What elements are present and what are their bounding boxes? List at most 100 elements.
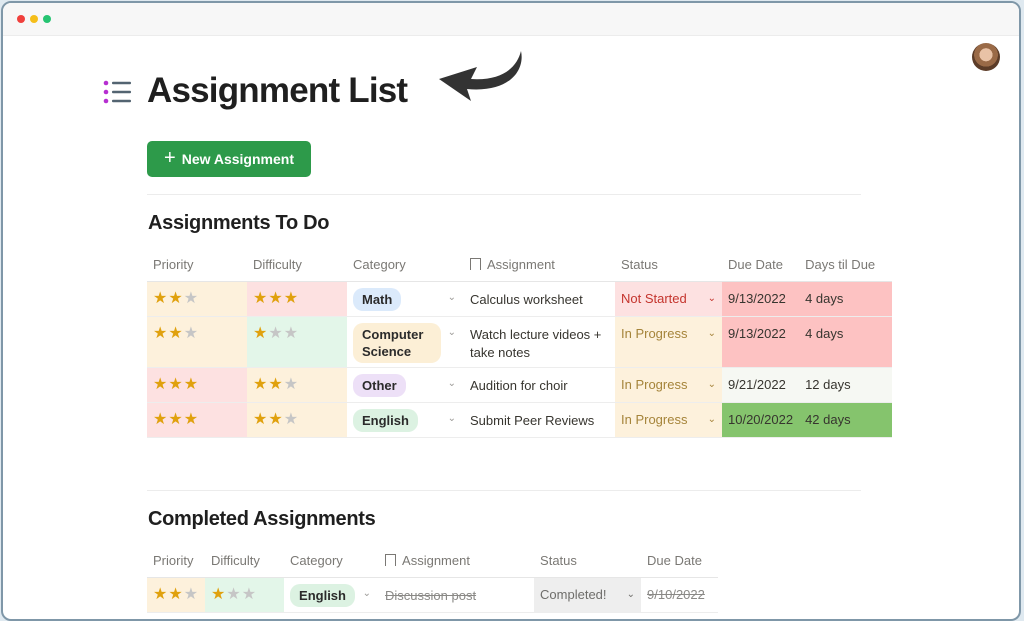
column-header-due-date[interactable]: Due Date	[722, 247, 800, 282]
star-icon: ★	[268, 325, 284, 342]
due-date-cell[interactable]: 9/21/2022	[722, 367, 800, 403]
divider	[147, 490, 861, 491]
status-select[interactable]: In Progress ⌄	[621, 368, 716, 392]
star-icon: ★	[268, 376, 284, 393]
difficulty-cell[interactable]: ★★★	[247, 402, 347, 438]
category-cell[interactable]: English ⌄	[347, 402, 464, 438]
chevron-down-icon[interactable]: ⌄	[357, 584, 373, 599]
close-window-button[interactable]	[17, 15, 25, 23]
category-wrap: English ⌄	[290, 578, 373, 607]
star-icon: ★	[168, 290, 184, 307]
category-cell[interactable]: Computer Science ⌄	[347, 316, 464, 368]
assignment-name[interactable]: Submit Peer Reviews	[470, 403, 609, 430]
status-cell[interactable]: In Progress ⌄	[615, 316, 722, 368]
priority-cell[interactable]: ★★★	[147, 281, 247, 317]
priority-cell[interactable]: ★★★	[147, 402, 247, 438]
completed-section-title: Completed Assignments	[148, 508, 376, 530]
column-header-difficulty[interactable]: Difficulty	[205, 543, 285, 578]
status-select[interactable]: Not Started ⌄	[621, 282, 716, 306]
status-cell[interactable]: In Progress ⌄	[615, 402, 722, 438]
difficulty-cell[interactable]: ★★★	[247, 367, 347, 403]
category-cell[interactable]: English ⌄	[284, 577, 380, 613]
category-wrap: Math ⌄	[353, 282, 458, 311]
table-row[interactable]: ★★★ ★★★ English ⌄ Submit Peer Reviews In Prog…	[147, 402, 893, 438]
assignment-cell[interactable]: Discussion post	[379, 577, 535, 613]
star-icon: ★	[153, 290, 169, 307]
category-tag[interactable]: Computer Science	[353, 323, 441, 363]
column-header-status[interactable]: Status	[534, 543, 642, 578]
minimize-window-button[interactable]	[30, 15, 38, 23]
days-til-due-cell: 42 days	[799, 402, 893, 438]
status-select[interactable]: In Progress ⌄	[621, 403, 716, 427]
due-date-cell[interactable]: 9/10/2022	[641, 577, 719, 613]
status-cell[interactable]: Not Started ⌄	[615, 281, 722, 317]
star-icon: ★	[253, 411, 269, 428]
assignment-name[interactable]: Audition for choir	[470, 368, 609, 395]
star-icon: ★	[183, 325, 200, 342]
column-header-priority[interactable]: Priority	[147, 247, 247, 282]
assignment-cell[interactable]: Audition for choir	[464, 367, 615, 403]
priority-cell[interactable]: ★★★	[147, 577, 206, 613]
assignment-name[interactable]: Calculus worksheet	[470, 282, 609, 309]
table-row[interactable]: ★★★ ★★★ Computer Science ⌄ Watch lecture vid…	[147, 316, 893, 368]
chevron-down-icon[interactable]: ⌄	[442, 374, 458, 389]
column-header-assignment[interactable]: Assignment	[464, 247, 615, 282]
chevron-down-icon[interactable]: ⌄	[708, 291, 716, 306]
bookmark-icon	[470, 257, 481, 270]
column-header-due-date[interactable]: Due Date	[641, 543, 719, 578]
column-header-category[interactable]: Category	[284, 543, 380, 578]
table-row[interactable]: ★★★ ★★★ Math ⌄ Calculus worksheet Not Started…	[147, 281, 893, 317]
difficulty-cell[interactable]: ★★★	[247, 316, 347, 368]
category-tag[interactable]: Other	[353, 374, 406, 397]
chevron-down-icon[interactable]: ⌄	[708, 377, 716, 392]
chevron-down-icon[interactable]: ⌄	[442, 409, 458, 424]
priority-rating: ★★★	[153, 403, 241, 428]
status-cell[interactable]: Completed! ⌄	[534, 577, 642, 613]
star-icon: ★	[168, 376, 184, 393]
category-cell[interactable]: Other ⌄	[347, 367, 464, 403]
chevron-down-icon[interactable]: ⌄	[627, 587, 635, 602]
chevron-down-icon[interactable]: ⌄	[442, 323, 458, 338]
difficulty-cell[interactable]: ★★★	[247, 281, 347, 317]
chevron-down-icon[interactable]: ⌄	[442, 288, 458, 303]
chevron-down-icon[interactable]: ⌄	[708, 412, 716, 427]
column-header-difficulty[interactable]: Difficulty	[247, 247, 347, 282]
user-avatar[interactable]	[972, 43, 1000, 71]
due-date-cell[interactable]: 10/20/2022	[722, 402, 800, 438]
star-icon: ★	[268, 290, 284, 307]
column-header-priority[interactable]: Priority	[147, 543, 206, 578]
due-date-cell[interactable]: 9/13/2022	[722, 316, 800, 368]
assignment-cell[interactable]: Submit Peer Reviews	[464, 402, 615, 438]
assignment-cell[interactable]: Calculus worksheet	[464, 281, 615, 317]
maximize-window-button[interactable]	[43, 15, 51, 23]
status-select[interactable]: In Progress ⌄	[621, 317, 716, 341]
new-assignment-button[interactable]: + New Assignment	[147, 141, 311, 177]
priority-cell[interactable]: ★★★	[147, 367, 247, 403]
category-tag[interactable]: English	[353, 409, 418, 432]
priority-cell[interactable]: ★★★	[147, 316, 247, 368]
assignment-name[interactable]: Watch lecture videos + take notes	[470, 317, 609, 362]
assignment-name[interactable]: Discussion post	[385, 578, 528, 605]
column-header-days-til-due[interactable]: Days til Due	[799, 247, 893, 282]
difficulty-rating: ★★★	[253, 403, 341, 428]
assignment-cell[interactable]: Watch lecture videos + take notes	[464, 316, 615, 368]
column-header-category[interactable]: Category	[347, 247, 464, 282]
category-tag[interactable]: Math	[353, 288, 402, 311]
column-header-assignment[interactable]: Assignment	[379, 543, 535, 578]
chevron-down-icon[interactable]: ⌄	[708, 326, 716, 341]
status-select[interactable]: Completed! ⌄	[540, 578, 635, 602]
star-icon: ★	[253, 290, 269, 307]
completed-table: Priority Difficulty Category Assignment …	[147, 543, 719, 613]
category-cell[interactable]: Math ⌄	[347, 281, 464, 317]
due-date-value: 9/21/2022	[728, 377, 786, 392]
title-bar	[3, 3, 1019, 36]
difficulty-cell[interactable]: ★★★	[205, 577, 285, 613]
column-header-status[interactable]: Status	[615, 247, 722, 282]
status-cell[interactable]: In Progress ⌄	[615, 367, 722, 403]
table-row[interactable]: ★★★ ★★★ English ⌄ Discussion post Completed! ⌄…	[147, 577, 719, 613]
table-row[interactable]: ★★★ ★★★ Other ⌄ Audition for choir In Progres…	[147, 367, 893, 403]
due-date-cell[interactable]: 9/13/2022	[722, 281, 800, 317]
due-date-value: 9/10/2022	[647, 587, 705, 602]
star-icon: ★	[183, 586, 200, 603]
priority-rating: ★★★	[153, 317, 241, 342]
